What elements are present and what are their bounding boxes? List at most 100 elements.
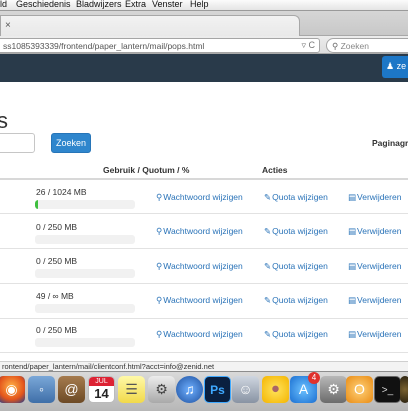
change-quota-link[interactable]: ✎Quota wijzigen	[264, 226, 328, 237]
usage-text: 49 / ∞ MB	[36, 291, 74, 301]
app-header	[0, 54, 408, 82]
change-quota-link[interactable]: ✎Quota wijzigen	[264, 295, 328, 306]
address-bar[interactable]: ss1085393339/frontend/paper_lantern/mail…	[0, 38, 320, 53]
utility-icon[interactable]: ⚙	[148, 376, 175, 403]
usage-bar	[35, 200, 135, 209]
trash-icon: ▤	[348, 226, 357, 236]
calendar-icon[interactable]: JUL 14	[88, 376, 115, 403]
usage-bar	[35, 235, 135, 244]
change-quota-label: Quota wijzigen	[272, 295, 328, 305]
usage-bar	[35, 269, 135, 278]
opera-icon[interactable]: O	[346, 376, 373, 403]
menu-item-window[interactable]: Venster	[152, 0, 183, 9]
delete-link[interactable]: ▤Verwijderen	[348, 261, 401, 272]
itunes-icon[interactable]: ♫	[176, 376, 203, 403]
menu-item-file[interactable]: ld	[0, 0, 7, 9]
browser-toolbar: ss1085393339/frontend/paper_lantern/mail…	[0, 36, 408, 54]
usage-text: 0 / 250 MB	[36, 325, 78, 335]
change-password-label: Wachtwoord wijzigen	[163, 261, 243, 271]
page-size-label: Paginagr	[372, 138, 408, 148]
pencil-icon: ✎	[264, 261, 272, 271]
key-icon: ⚲	[156, 192, 163, 202]
change-quota-link[interactable]: ✎Quota wijzigen	[264, 329, 328, 340]
system-preferences-icon[interactable]: ⚙	[320, 376, 347, 403]
search-icon: ⚲	[332, 41, 339, 51]
pencil-icon: ✎	[264, 192, 272, 202]
change-password-label: Wachtwoord wijzigen	[163, 295, 243, 305]
page-title: s	[0, 108, 8, 133]
key-icon: ⚲	[156, 226, 163, 236]
column-header-usage[interactable]: Gebruik / Quotum / %	[103, 165, 189, 175]
pencil-icon: ✎	[264, 226, 272, 236]
change-password-label: Wachtwoord wijzigen	[163, 226, 243, 236]
delete-label: Verwijderen	[357, 226, 402, 236]
trash-icon: ▤	[348, 295, 357, 305]
change-quota-link[interactable]: ✎Quota wijzigen	[264, 261, 328, 272]
menu-item-tools[interactable]: Extra	[125, 0, 146, 9]
trash-icon: ▤	[348, 329, 357, 339]
change-quota-label: Quota wijzigen	[272, 192, 328, 202]
account-search-input[interactable]	[0, 133, 35, 153]
table-row: 0 / 250 MB ⚲Wachtwoord wijzigen ✎Quota w…	[0, 319, 408, 353]
usage-text: 26 / 1024 MB	[36, 187, 87, 197]
user-menu-button[interactable]: ♟ ze	[382, 56, 408, 78]
address-book-icon[interactable]: @	[58, 376, 85, 403]
change-password-label: Wachtwoord wijzigen	[163, 329, 243, 339]
os-menubar: ld Geschiedenis Bladwijzers Extra Venste…	[0, 0, 408, 11]
usage-bar-fill	[35, 200, 38, 209]
search-placeholder: Zoeken	[340, 41, 369, 51]
key-icon: ⚲	[156, 295, 163, 305]
change-password-link[interactable]: ⚲Wachtwoord wijzigen	[156, 329, 243, 340]
change-password-link[interactable]: ⚲Wachtwoord wijzigen	[156, 295, 243, 306]
calendar-month: JUL	[89, 377, 114, 386]
change-quota-label: Quota wijzigen	[272, 261, 328, 271]
browser-search-field[interactable]: ⚲ Zoeken	[326, 38, 408, 53]
trash-icon: ▤	[348, 261, 357, 271]
change-password-link[interactable]: ⚲Wachtwoord wijzigen	[156, 192, 243, 203]
time-machine-icon[interactable]	[400, 376, 408, 403]
terminal-icon[interactable]: >_	[374, 376, 401, 403]
key-icon: ⚲	[156, 329, 163, 339]
table-header: Gebruik / Quotum / % Acties	[0, 160, 408, 180]
photoshop-icon[interactable]: Ps	[204, 376, 231, 403]
app-store-icon[interactable]: A 4	[290, 372, 320, 403]
browser-status-bar: rontend/paper_lantern/mail/clientconf.ht…	[0, 361, 408, 371]
change-quota-label: Quota wijzigen	[272, 329, 328, 339]
tab-close-icon[interactable]: ×	[5, 20, 11, 31]
firefox-icon[interactable]: ◉	[0, 376, 25, 403]
delete-label: Verwijderen	[357, 295, 402, 305]
os-dock: ◉ ◦ @ JUL 14 ☰ ⚙ ♫ Ps ☺ ⚫ A 4 ⚙ O >_	[0, 371, 408, 411]
finder-icon[interactable]: ☺	[232, 376, 259, 403]
dropdown-arrow-icon[interactable]: ▿	[301, 40, 306, 50]
menu-item-history[interactable]: Geschiedenis	[16, 0, 71, 9]
address-url: ss1085393339/frontend/paper_lantern/mail…	[3, 41, 205, 51]
table-row: 49 / ∞ MB ⚲Wachtwoord wijzigen ✎Quota wi…	[0, 285, 408, 319]
table-row: 0 / 250 MB ⚲Wachtwoord wijzigen ✎Quota w…	[0, 215, 408, 249]
change-quota-link[interactable]: ✎Quota wijzigen	[264, 192, 328, 203]
delete-link[interactable]: ▤Verwijderen	[348, 295, 401, 306]
user-icon: ♟	[386, 61, 395, 71]
notes-icon[interactable]: ☰	[118, 376, 145, 403]
preview-icon[interactable]: ◦	[28, 376, 55, 403]
key-icon: ⚲	[156, 261, 163, 271]
delete-label: Verwijderen	[357, 192, 402, 202]
delete-label: Verwijderen	[357, 261, 402, 271]
change-password-link[interactable]: ⚲Wachtwoord wijzigen	[156, 261, 243, 272]
change-password-label: Wachtwoord wijzigen	[163, 192, 243, 202]
delete-link[interactable]: ▤Verwijderen	[348, 226, 401, 237]
delete-link[interactable]: ▤Verwijderen	[348, 329, 401, 340]
reload-icon[interactable]: C	[309, 40, 316, 50]
search-button[interactable]: Zoeken	[51, 133, 91, 153]
pencil-icon: ✎	[264, 329, 272, 339]
menu-item-help[interactable]: Help	[190, 0, 209, 9]
menu-item-bookmarks[interactable]: Bladwijzers	[76, 0, 122, 9]
browser-tab[interactable]: ×	[0, 15, 300, 37]
usage-text: 0 / 250 MB	[36, 256, 78, 266]
user-label: ze	[396, 61, 407, 71]
cyberduck-icon[interactable]: ⚫	[262, 376, 289, 403]
delete-link[interactable]: ▤Verwijderen	[348, 192, 401, 203]
usage-text: 0 / 250 MB	[36, 222, 78, 232]
url-controls: ▿ C	[301, 40, 315, 51]
change-password-link[interactable]: ⚲Wachtwoord wijzigen	[156, 226, 243, 237]
usage-bar	[35, 338, 135, 347]
